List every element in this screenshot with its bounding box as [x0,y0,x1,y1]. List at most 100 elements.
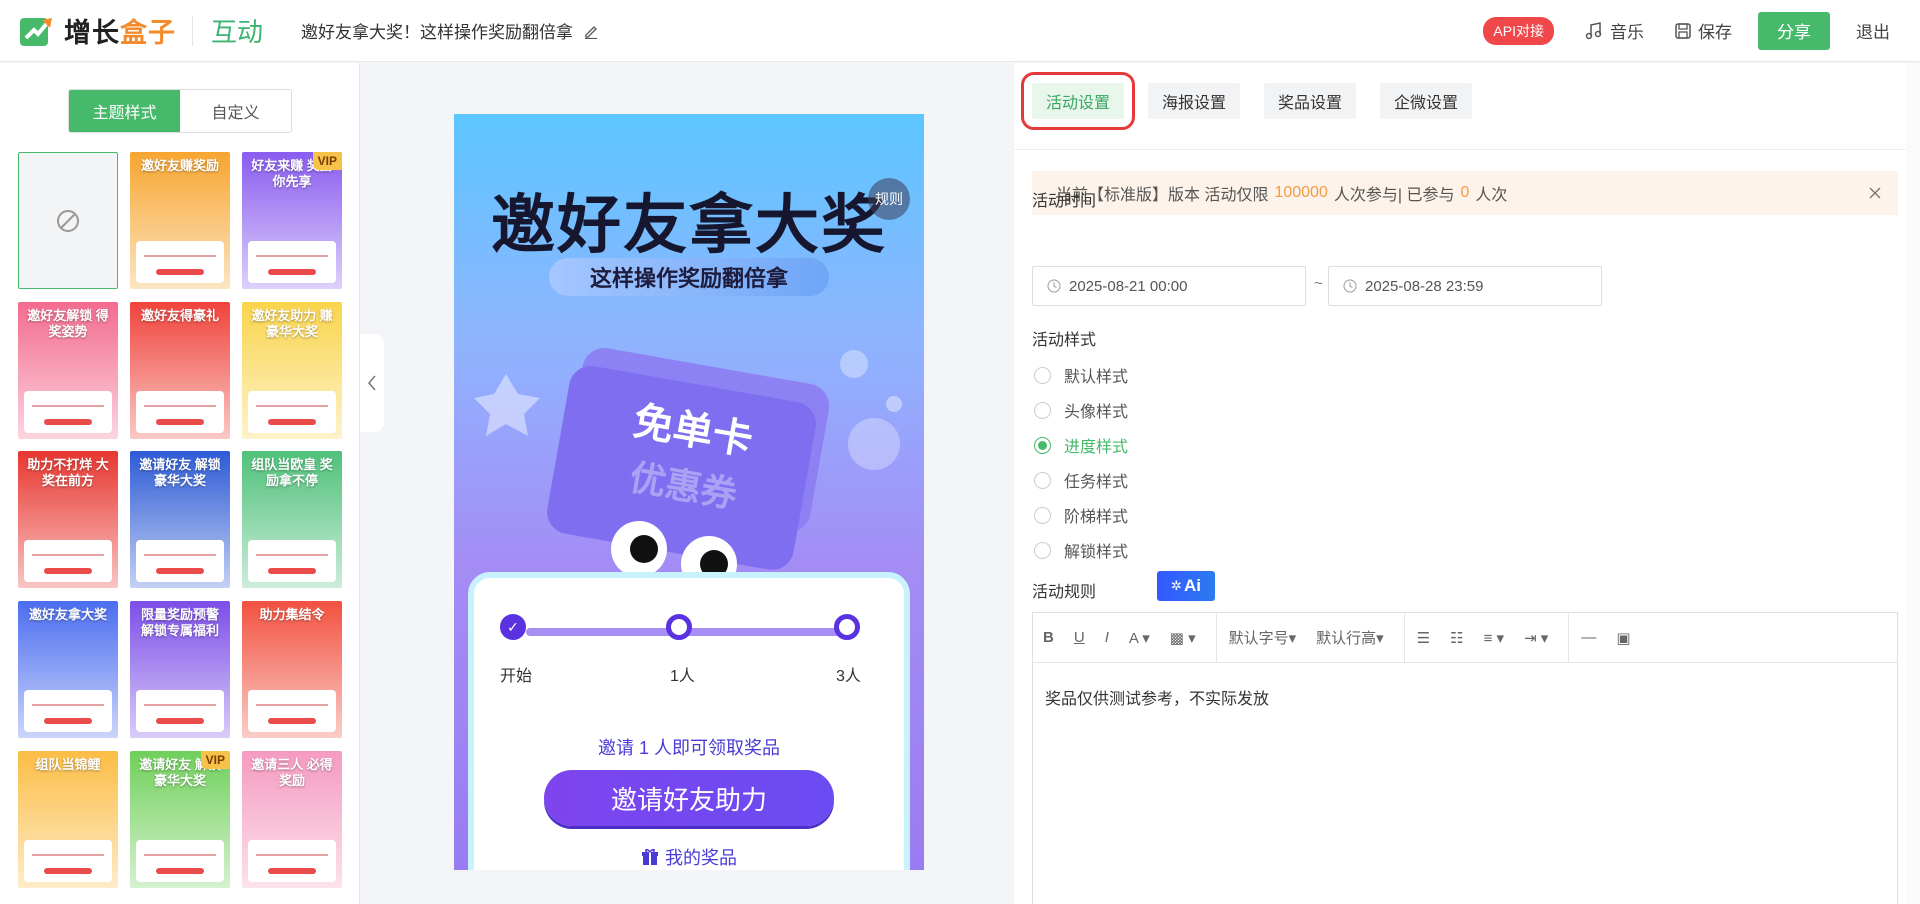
style-option[interactable]: 默认样式 [1034,363,1128,387]
line-height-select[interactable]: 默认行高 ▾ [1316,627,1384,648]
music-label: 音乐 [1610,23,1644,42]
tab-poster-settings[interactable]: 海报设置 [1148,83,1241,119]
template-thumbnail[interactable]: 组队当锦鲤 [18,751,118,888]
ai-label: Ai [1183,576,1201,595]
template-thumbnail[interactable]: 好友来赚 奖励你先享 VIP [242,152,342,289]
tab-prize-settings[interactable]: 奖品设置 [1264,83,1357,119]
radio-button[interactable] [1034,471,1051,489]
template-none[interactable] [18,152,118,289]
progress-label-1: 1人 [670,668,695,685]
template-thumbnail[interactable]: 助力不打烊 大奖在前方 [18,451,118,588]
style-option[interactable]: 进度样式 [1034,433,1128,457]
toolbar-divider [1215,612,1217,663]
collapse-panel-button[interactable] [360,334,384,432]
highlight-color-icon[interactable]: ▩ ▾ [1170,629,1196,647]
brand-logo[interactable]: 增长盒子 [18,11,176,50]
toolbar-divider [1403,612,1405,663]
template-title: 助力集结令 [259,607,325,622]
style-option-label: 任务样式 [1064,474,1129,491]
template-card [24,690,112,732]
radio-button[interactable] [1034,366,1051,384]
bold-icon[interactable]: B [1043,629,1054,646]
save-label: 保存 [1698,23,1732,42]
style-option-label: 默认样式 [1064,369,1129,386]
save-button[interactable]: 保存 [1674,18,1732,43]
template-thumbnail[interactable]: 邀请三人 必得奖励 [242,751,342,888]
page-scrollbar[interactable] [1906,63,1920,904]
brand-name-b: 盒子 [120,18,176,48]
gift-icon [642,848,658,865]
radio-button[interactable] [1034,541,1051,559]
bullet-list-icon[interactable]: ☰ [1417,629,1430,647]
brand-name: 增长盒子 [64,11,176,50]
activity-title[interactable]: 邀好友拿大奖！这样操作奖励翻倍拿 [301,18,599,43]
style-option[interactable]: 阶梯样式 [1034,503,1128,527]
rules-button[interactable]: 规则 [868,178,910,220]
italic-icon[interactable]: I [1105,629,1109,646]
style-option[interactable]: 解锁样式 [1034,538,1128,562]
invite-friends-button[interactable]: 邀请好友助力 [544,770,834,826]
font-size-label: 默认字号 [1228,630,1289,647]
share-button[interactable]: 分享 [1758,11,1830,50]
template-card [136,840,224,882]
template-card [248,391,336,433]
custom-style-tab[interactable]: 自定义 [180,90,291,132]
line-height-label: 默认行高 [1316,630,1377,647]
template-card [248,690,336,732]
quit-button[interactable]: 退出 [1856,18,1890,43]
progress-node-1 [666,614,692,640]
rules-editor[interactable]: B U I A ▾ ▩ ▾ 默认字号 ▾ 默认行高 ▾ ☰ ☷ ≡ ▾ ⇥ ▾ — … [1032,612,1898,904]
style-option-label: 阶梯样式 [1064,509,1129,526]
template-title: 组队当欧皇 奖励拿不停 [251,457,333,488]
font-size-select[interactable]: 默认字号 ▾ [1229,627,1297,648]
my-prize-label: 我的奖品 [665,848,737,868]
template-thumbnail[interactable]: 邀好友赚奖励 [130,152,230,289]
template-card [24,540,112,582]
template-thumbnail[interactable]: 邀好友助力 赚豪华大奖 [242,302,342,439]
theme-style-tab[interactable]: 主题样式 [69,90,180,132]
style-option[interactable]: 头像样式 [1034,398,1128,422]
template-thumbnail[interactable]: 组队当欧皇 奖励拿不停 [242,451,342,588]
template-thumbnail[interactable]: 邀好友解锁 得奖姿势 [18,302,118,439]
radio-button[interactable] [1034,436,1051,454]
radio-button[interactable] [1034,401,1051,419]
edit-icon[interactable] [583,23,599,39]
style-option-label: 头像样式 [1064,404,1129,421]
end-time-value: 2025-08-28 23:59 [1365,277,1484,295]
template-thumbnail[interactable]: 邀请好友 解锁豪华大奖 VIP [130,751,230,888]
underline-icon[interactable]: U [1074,629,1085,646]
notice-limit: 100000 [1274,184,1328,201]
music-icon [1585,21,1602,39]
start-time-input[interactable]: 2025-08-21 00:00 [1032,266,1306,306]
font-color-icon[interactable]: A ▾ [1129,629,1150,647]
top-header: 增长盒子 互动 邀好友拿大奖！这样操作奖励翻倍拿 API对接 音乐 保存 分享 … [0,0,1920,62]
brand-name-a: 增长 [64,18,120,48]
music-button[interactable]: 音乐 [1584,18,1644,43]
end-time-input[interactable]: 2025-08-28 23:59 [1328,266,1602,306]
template-title: 邀好友得豪礼 [140,308,219,323]
template-thumbnail[interactable]: 助力集结令 [242,601,342,738]
logo-mark-icon [18,14,56,48]
rules-text[interactable]: 奖品仅供测试参考，不实际发放 [1033,663,1897,731]
style-mode-switch: 主题样式 自定义 [68,89,292,133]
align-icon[interactable]: ≡ ▾ [1484,629,1504,647]
radio-button[interactable] [1034,506,1051,524]
template-thumbnail[interactable]: 邀好友得豪礼 [130,302,230,439]
close-icon[interactable] [1868,186,1882,200]
api-button[interactable]: API对接 [1483,16,1554,45]
numbered-list-icon[interactable]: ☷ [1450,629,1463,647]
indent-icon[interactable]: ⇥ ▾ [1524,629,1548,647]
template-thumbnail[interactable]: 限量奖励预警 解锁专属福利 [130,601,230,738]
template-thumbnail[interactable]: 邀好友拿大奖 [18,601,118,738]
my-prize-link[interactable]: 我的奖品 [474,844,904,870]
clock-icon [1343,279,1357,293]
tab-wecom-settings[interactable]: 企微设置 [1380,83,1473,119]
image-icon[interactable]: ▣ [1616,629,1630,647]
style-option[interactable]: 任务样式 [1034,468,1128,492]
settings-panel: 活动设置 海报设置 奖品设置 企微设置 当前【标准版】版本 活动仅限 10000… [1014,63,1906,904]
style-option-label: 进度样式 [1064,439,1129,456]
tab-activity-settings[interactable]: 活动设置 [1020,72,1136,130]
divider-line-icon[interactable]: — [1581,629,1596,646]
ai-assist-button[interactable]: ✲ Ai [1157,571,1215,601]
template-thumbnail[interactable]: 邀请好友 解锁豪华大奖 [130,451,230,588]
